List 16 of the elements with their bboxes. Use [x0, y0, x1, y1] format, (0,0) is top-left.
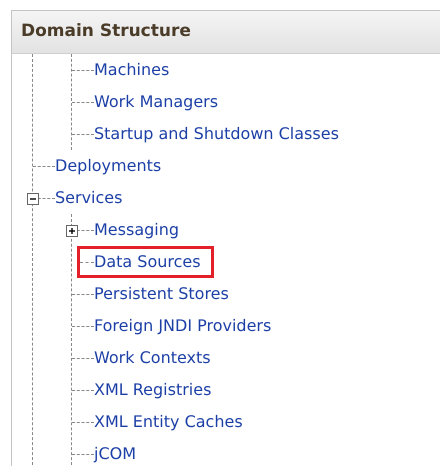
minus-box-icon[interactable]	[27, 192, 39, 204]
tree-link[interactable]: Startup and Shutdown Classes	[94, 122, 339, 146]
tree-link[interactable]: Foreign JNDI Providers	[94, 314, 272, 338]
tree-link[interactable]: XML Registries	[94, 378, 212, 402]
tree-link[interactable]: Persistent Stores	[94, 282, 229, 306]
tree-link[interactable]: Data Sources	[94, 250, 201, 274]
tree-link[interactable]: Messaging	[94, 218, 180, 242]
tree-link[interactable]: XML Entity Caches	[94, 410, 243, 434]
tree-link[interactable]: jCOM	[94, 442, 136, 466]
tree-link[interactable]: Services	[55, 186, 122, 210]
panel-title: Domain Structure	[21, 20, 191, 44]
plus-box-icon[interactable]	[66, 224, 78, 236]
tree-link[interactable]: Machines	[94, 58, 170, 82]
tree-link[interactable]: Work Managers	[94, 90, 218, 114]
tree-link[interactable]: Work Contexts	[94, 346, 211, 370]
tree-link[interactable]: Deployments	[55, 154, 162, 178]
